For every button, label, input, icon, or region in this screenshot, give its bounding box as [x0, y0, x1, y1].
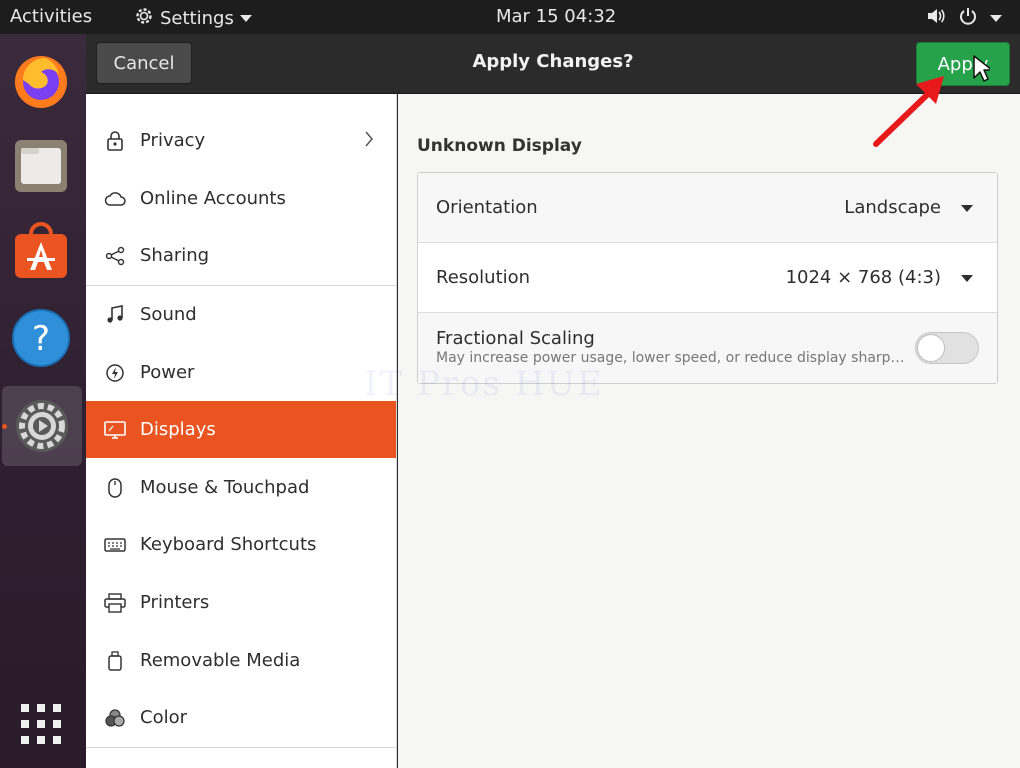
sidebar-item-label: Keyboard Shortcuts — [140, 534, 317, 555]
settings-sidebar: Privacy Online Accounts Sharing Sound Po… — [86, 94, 397, 768]
power-icon — [104, 362, 126, 384]
system-tray[interactable] — [926, 6, 1002, 31]
sidebar-item-keyboard-shortcuts[interactable]: Keyboard Shortcuts — [86, 516, 396, 573]
watermark: IT Pros HUE — [364, 364, 604, 404]
svg-text:?: ? — [32, 319, 50, 359]
running-indicator — [2, 424, 7, 429]
sidebar-item-label: Removable Media — [140, 650, 301, 671]
resolution-value[interactable]: 1024 × 768 (4:3) — [786, 267, 941, 288]
mouse-icon — [104, 477, 126, 499]
files-icon[interactable] — [9, 134, 73, 198]
dock: ? — [0, 34, 86, 768]
app-menu-label: Settings — [160, 8, 234, 29]
sidebar-item-power[interactable]: Power — [86, 344, 396, 401]
chevron-down-icon — [239, 15, 252, 22]
color-icon — [104, 707, 126, 729]
dialog-title: Apply Changes? — [472, 51, 634, 72]
sidebar-item-displays[interactable]: Displays — [86, 401, 396, 458]
app-menu[interactable]: Settings — [134, 6, 252, 31]
sidebar-item-label: Privacy — [140, 130, 206, 151]
show-apps-icon[interactable] — [9, 692, 73, 756]
lock-icon — [104, 130, 126, 152]
printer-icon — [104, 592, 126, 614]
sidebar-divider — [86, 747, 396, 748]
usb-drive-icon — [104, 650, 126, 672]
sidebar-item-color[interactable]: Color — [86, 689, 396, 746]
top-bar: Activities Settings Mar 15 04:32 — [0, 0, 1020, 34]
fractional-scaling-label: Fractional Scaling — [436, 328, 595, 349]
activities-button[interactable]: Activities — [10, 6, 92, 27]
volume-icon — [926, 7, 946, 30]
sidebar-item-printers[interactable]: Printers — [86, 574, 396, 631]
orientation-label: Orientation — [436, 197, 538, 218]
cloud-icon — [104, 188, 126, 210]
software-store-icon[interactable] — [9, 220, 73, 284]
toggle-knob — [917, 334, 945, 362]
chevron-right-icon — [364, 129, 374, 153]
help-icon[interactable]: ? — [9, 306, 73, 370]
sidebar-item-label: Mouse & Touchpad — [140, 477, 310, 498]
sidebar-item-label: Color — [140, 707, 187, 728]
display-name-heading: Unknown Display — [417, 136, 582, 156]
gear-icon — [134, 6, 154, 31]
fractional-scaling-toggle[interactable] — [915, 332, 979, 364]
sidebar-item-label: Sharing — [140, 245, 210, 266]
orientation-value[interactable]: Landscape — [844, 197, 941, 218]
sidebar-item-label: Sound — [140, 304, 197, 325]
settings-icon[interactable] — [2, 386, 82, 466]
sidebar-item-label: Online Accounts — [140, 188, 286, 209]
chevron-down-icon — [990, 15, 1002, 22]
sidebar-item-label: Power — [140, 362, 195, 383]
resolution-label: Resolution — [436, 267, 531, 288]
mouse-cursor-icon — [972, 54, 993, 88]
display-icon — [104, 419, 126, 441]
chevron-down-icon[interactable] — [961, 205, 973, 212]
clock[interactable]: Mar 15 04:32 — [496, 6, 616, 27]
sidebar-item-label: Printers — [140, 592, 210, 613]
sidebar-item-online-accounts[interactable]: Online Accounts — [86, 170, 396, 227]
sidebar-item-sound[interactable]: Sound — [86, 286, 396, 343]
sidebar-item-label: Displays — [140, 419, 216, 440]
music-note-icon — [104, 304, 126, 326]
sidebar-item-mouse-touchpad[interactable]: Mouse & Touchpad — [86, 459, 396, 516]
orientation-row[interactable]: Orientation Landscape — [418, 173, 997, 243]
resolution-row[interactable]: Resolution 1024 × 768 (4:3) — [418, 243, 997, 313]
annotation-arrow-icon — [860, 70, 950, 154]
sidebar-item-removable-media[interactable]: Removable Media — [86, 632, 396, 689]
chevron-down-icon[interactable] — [961, 275, 973, 282]
sidebar-item-privacy[interactable]: Privacy — [86, 112, 396, 169]
firefox-icon[interactable] — [9, 48, 73, 112]
keyboard-icon — [104, 534, 126, 556]
display-settings-card: Orientation Landscape Resolution 1024 × … — [417, 172, 998, 384]
displays-panel: Unknown Display Orientation Landscape Re… — [398, 94, 1020, 768]
share-icon — [104, 245, 126, 267]
sidebar-item-sharing[interactable]: Sharing — [86, 227, 396, 284]
power-menu-icon — [958, 6, 978, 31]
